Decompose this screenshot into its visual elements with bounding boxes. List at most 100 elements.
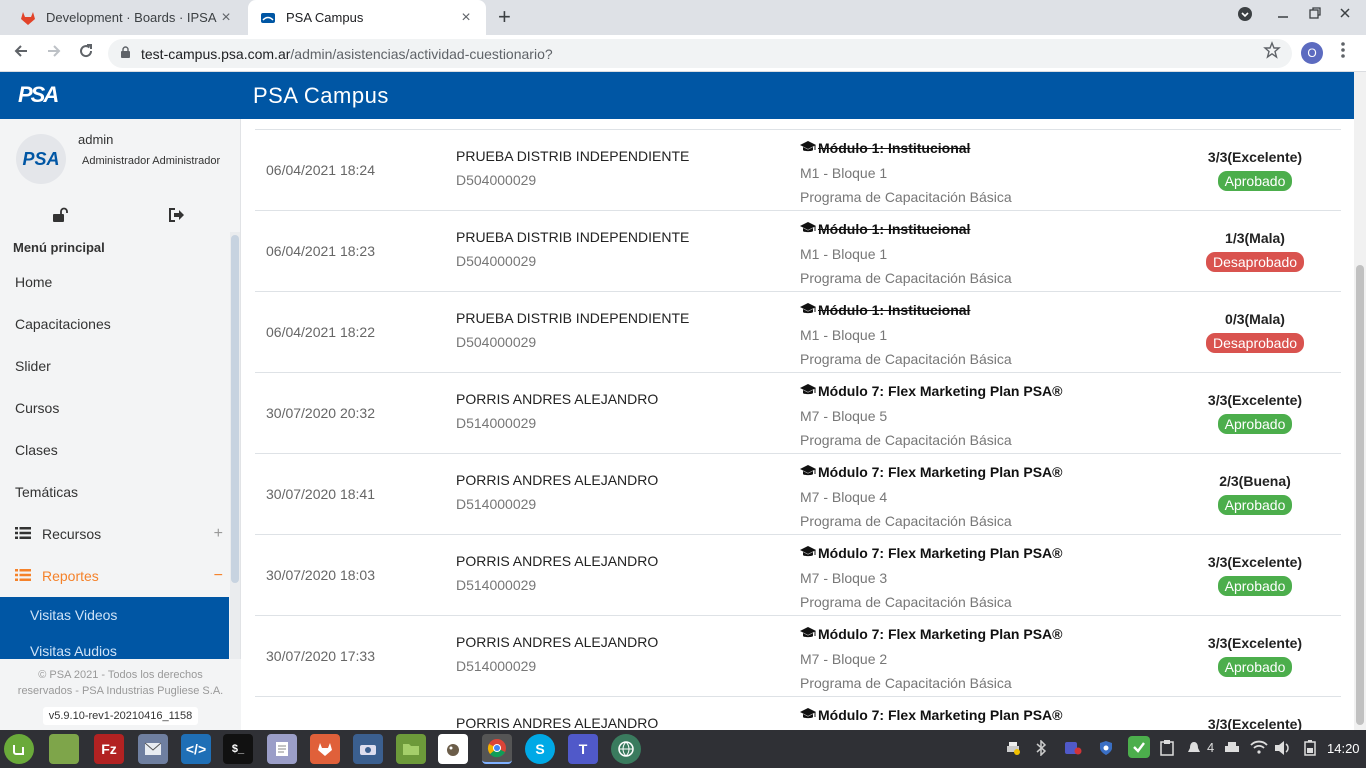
reload-icon[interactable] [77,42,95,65]
logout-icon[interactable] [168,207,186,228]
terminal-icon[interactable]: $_ [223,734,253,764]
skype-icon[interactable]: S [525,734,555,764]
module-title[interactable]: Módulo 1: Institucional [818,221,970,237]
score-text: 3/3(Excelente) [1207,635,1303,651]
sidebar-item-reportes[interactable]: Reportes − [0,555,229,597]
user-code: D504000029 [456,172,537,188]
user-code: D514000029 [456,658,537,674]
close-window-icon[interactable] [1338,6,1352,23]
vscode-icon[interactable]: </> [181,734,211,764]
psa-favicon-icon [261,12,275,23]
score-text: 1/3(Mala) [1225,230,1285,246]
sidebar-item-recursos[interactable]: Recursos + [0,513,229,555]
score-text: 3/3(Excelente) [1207,554,1303,570]
module-title[interactable]: Módulo 7: Flex Marketing Plan PSA® [818,383,1062,399]
module-title[interactable]: Módulo 7: Flex Marketing Plan PSA® [818,545,1062,561]
row-result: 3/3(Excelente) [1155,716,1354,730]
row-module: Módulo 7: Flex Marketing Plan PSA® M7 - B… [800,379,1062,452]
close-tab-icon[interactable]: × [218,9,234,27]
module-title[interactable]: Módulo 7: Flex Marketing Plan PSA® [818,626,1062,642]
unlock-icon[interactable] [52,207,70,228]
new-tab-button[interactable]: + [498,4,511,30]
minimize-icon[interactable] [1276,6,1290,23]
mint-menu-icon[interactable] [4,734,34,764]
url-input[interactable]: test-campus.psa.com.ar/admin/asistencias… [108,39,1292,68]
profile-avatar[interactable]: O [1301,42,1323,64]
sidebar-item-tematicas[interactable]: Temáticas [0,471,229,513]
row-user: PRUEBA DISTRIB INDEPENDIENTE D504000029 [456,148,689,188]
user-fullname: PORRIS ANDRES ALEJANDRO [456,553,659,569]
sidebar-item-home[interactable]: Home [0,261,229,303]
clipboard-icon[interactable] [1160,740,1174,759]
restore-icon[interactable] [1308,6,1322,23]
shield-icon[interactable] [1098,740,1114,759]
module-title[interactable]: Módulo 1: Institucional [818,140,970,156]
printer-tray-icon[interactable] [1005,740,1021,759]
status-badge: Aprobado [1217,576,1293,596]
sidebar-scrollbar-thumb[interactable] [231,235,239,583]
browser-menu-icon[interactable] [1340,41,1346,64]
network-app-icon[interactable] [611,734,641,764]
tab-psa-campus[interactable]: PSA Campus × [248,0,486,35]
user-role: Administrador Administrador [82,155,221,167]
module-block: M1 - Bloque 1 [800,165,888,181]
sidebar-item-label: Clases [15,442,58,458]
teams-tray-icon[interactable] [1064,740,1082,759]
clock: 14:20 [1327,741,1360,756]
sidebar-item-clases[interactable]: Clases [0,429,229,471]
module-title[interactable]: Módulo 1: Institucional [818,302,970,318]
table-row: 30/07/2020 17:33 PORRIS ANDRES ALEJANDRO D… [255,616,1341,697]
tab-development-boards[interactable]: Development · Boards · IPSA / × [8,0,246,35]
battery-icon[interactable] [1302,740,1318,759]
page-scrollbar[interactable] [1354,72,1366,730]
filezilla-icon[interactable]: Fz [94,734,124,764]
user-fullname: PRUEBA DISTRIB INDEPENDIENTE [456,310,690,326]
module-block: M7 - Bloque 4 [800,489,888,505]
update-check-icon[interactable] [1128,736,1150,761]
row-user: PORRIS ANDRES ALEJANDRO D514000029 [456,634,658,674]
volume-icon[interactable] [1274,740,1292,759]
mail-icon[interactable] [138,734,168,764]
chrome-icon[interactable] [482,734,512,764]
sidebar: PSA admin Administrador Administrador Me… [0,119,241,730]
bookmark-star-icon[interactable] [1263,41,1281,64]
print-queue-icon[interactable] [1224,740,1240,759]
graduation-cap-icon [800,384,816,399]
row-module: Módulo 1: Institucional M1 - Bloque 1 Prog… [800,217,1012,290]
forward-icon[interactable] [45,42,63,65]
status-badge: Aprobado [1217,495,1293,515]
sidebar-item-slider[interactable]: Slider [0,345,229,387]
program-name: Programa de Capacitación Básica [800,351,1012,367]
gitlab-app-icon[interactable] [310,734,340,764]
gimp-icon[interactable] [438,734,468,764]
show-desktop-icon[interactable] [49,734,79,764]
page-scrollbar-thumb[interactable] [1356,265,1364,725]
screenshot-icon[interactable] [353,734,383,764]
module-title[interactable]: Módulo 7: Flex Marketing Plan PSA® [818,464,1062,480]
row-date: 30/07/2020 20:32 [266,405,375,421]
close-tab-icon[interactable]: × [458,9,474,27]
app-header: PSA PSA Campus [0,72,1366,119]
teams-icon[interactable]: T [568,734,598,764]
wifi-icon[interactable] [1250,740,1268,757]
program-name: Programa de Capacitación Básica [800,513,1012,529]
main-content: 06/04/2021 18:24 PRUEBA DISTRIB INDEPENDI… [241,119,1354,730]
sidebar-item-cursos[interactable]: Cursos [0,387,229,429]
sidebar-item-visitas-videos[interactable]: Visitas Videos [0,597,229,633]
row-date: 30/07/2020 18:03 [266,567,375,583]
user-code: D504000029 [456,253,537,269]
bluetooth-icon[interactable] [1035,739,1047,759]
expand-icon[interactable]: + [214,525,223,543]
tab-search-icon[interactable] [1237,6,1253,25]
user-code: D514000029 [456,415,537,431]
address-bar-row: test-campus.psa.com.ar/admin/asistencias… [0,35,1366,72]
sidebar-item-capacitaciones[interactable]: Capacitaciones [0,303,229,345]
text-editor-icon[interactable] [267,734,297,764]
collapse-icon[interactable]: − [214,567,223,585]
psa-logo[interactable]: PSA [18,82,59,108]
back-icon[interactable] [12,42,30,65]
module-title[interactable]: Módulo 7: Flex Marketing Plan PSA® [818,707,1062,723]
files-icon[interactable] [396,734,426,764]
notifications-icon[interactable] [1186,740,1202,759]
graduation-cap-icon [800,627,816,642]
